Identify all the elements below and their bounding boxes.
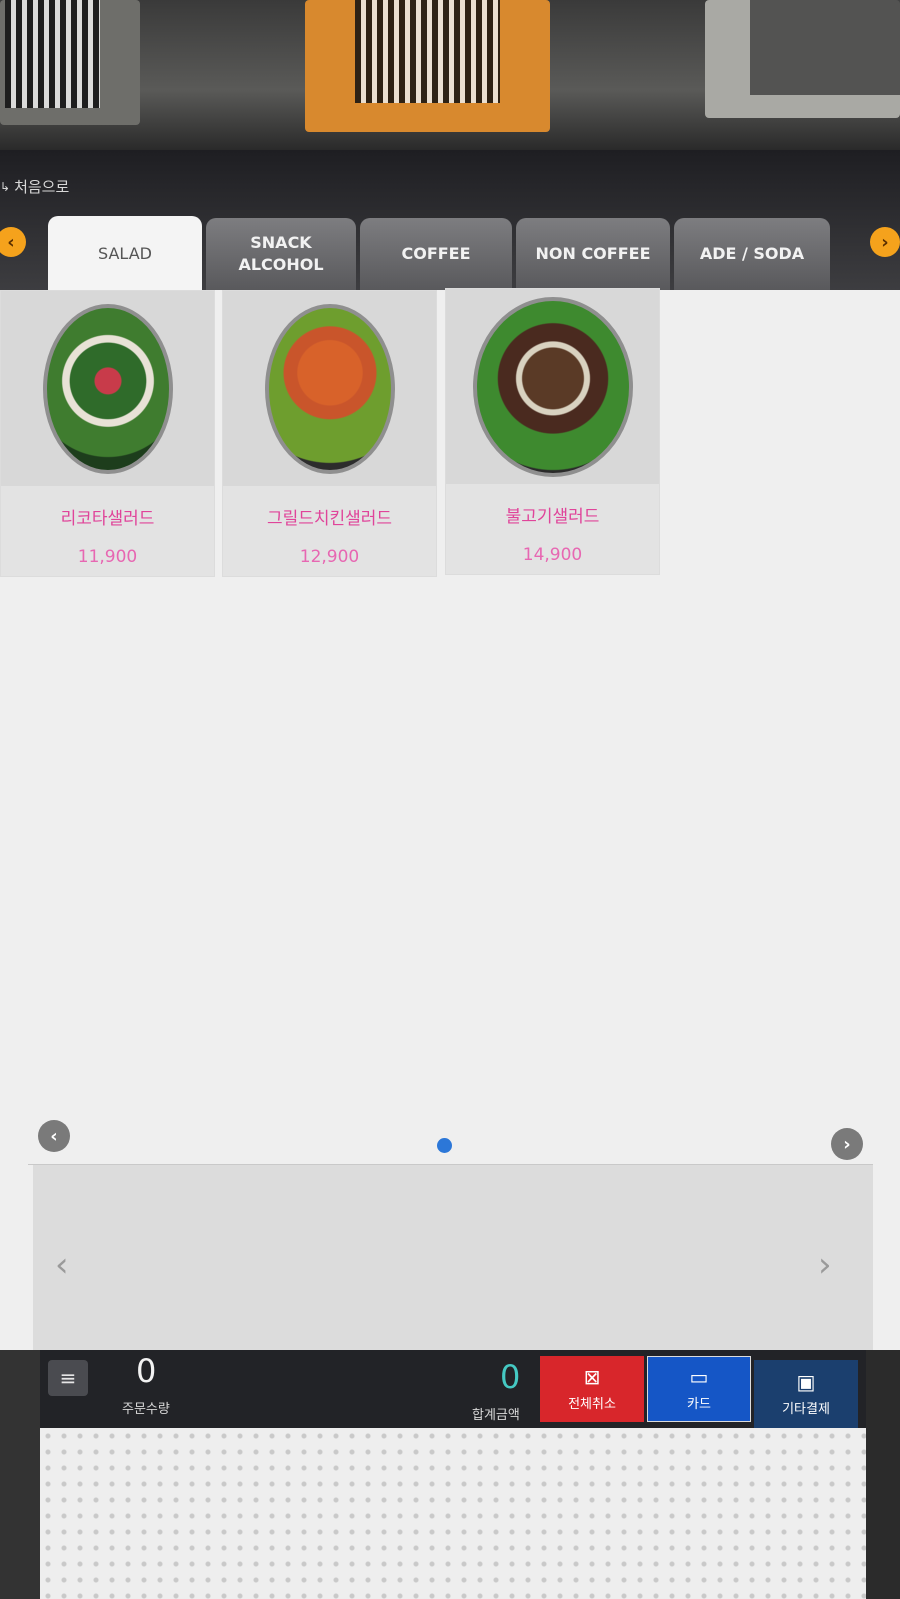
category-header: ↳ 처음으로 ‹ › SALAD SNACK ALCOHOL COFFEE NO… <box>0 150 900 292</box>
product-name: 불고기샐러드 <box>505 507 600 527</box>
qr-code-sign <box>305 0 550 132</box>
qr-code-sign <box>705 0 900 118</box>
receipt-cancel-icon: ⊠ <box>583 1364 601 1389</box>
tab-salad[interactable]: SALAD <box>48 216 202 292</box>
tab-scroll-right-button[interactable]: › <box>870 227 900 257</box>
cart-next-arrow-icon[interactable]: › <box>818 1245 832 1285</box>
product-price: 12,900 <box>299 547 360 567</box>
kiosk-screen: ↳ 처음으로 ‹ › SALAD SNACK ALCOHOL COFFEE NO… <box>0 150 900 1599</box>
qr-code-sign <box>0 0 140 125</box>
product-image <box>1 291 214 486</box>
home-label: 처음으로 <box>14 178 70 196</box>
page-indicator-dot <box>437 1138 452 1153</box>
total-amount-value: 0 <box>500 1358 521 1396</box>
product-price: 11,900 <box>77 547 138 567</box>
order-quantity-label: 주문수량 <box>122 1402 170 1417</box>
credit-card-icon: ▭ <box>689 1364 709 1389</box>
other-payment-button[interactable]: ▣ 기타결제 <box>754 1360 858 1428</box>
product-image <box>446 289 659 484</box>
wallet-icon: ▣ <box>796 1369 816 1394</box>
product-name: 그릴드치킨샐러드 <box>266 509 393 529</box>
page-prev-button[interactable]: ‹ <box>38 1120 70 1152</box>
cancel-all-button[interactable]: ⊠ 전체취소 <box>540 1356 644 1422</box>
product-name: 리코타샐러드 <box>60 509 155 529</box>
kiosk-surroundings-photo <box>0 0 900 150</box>
product-card[interactable]: 그릴드치킨샐러드 12,900 <box>222 290 437 577</box>
card-payment-button[interactable]: ▭ 카드 <box>647 1356 751 1422</box>
home-button[interactable]: ↳ 처음으로 <box>0 176 69 197</box>
order-summary-bar: ≡ 0 주문수량 0 합계금액 ⊠ 전체취소 ▭ 카드 ▣ 기타결제 <box>40 1350 866 1428</box>
product-price: 14,900 <box>522 545 583 565</box>
tab-coffee[interactable]: COFFEE <box>360 218 512 290</box>
back-arrow-icon: ↳ <box>0 179 11 194</box>
product-card[interactable]: 리코타샐러드 11,900 <box>0 290 215 577</box>
cart-prev-arrow-icon[interactable]: ‹ <box>55 1245 69 1285</box>
product-card[interactable]: 불고기샐러드 14,900 <box>445 288 660 575</box>
tab-ade-soda[interactable]: ADE / SODA <box>674 218 830 290</box>
total-amount-label: 합계금액 <box>472 1408 520 1423</box>
menu-icon[interactable]: ≡ <box>48 1360 88 1396</box>
tab-non-coffee[interactable]: NON COFFEE <box>516 218 670 290</box>
page-next-button[interactable]: › <box>831 1128 863 1160</box>
tab-snack-alcohol[interactable]: SNACK ALCOHOL <box>206 218 356 290</box>
cart-list-area: ‹ › <box>33 1165 873 1350</box>
order-quantity-value: 0 <box>136 1352 157 1390</box>
decorative-dot-pattern <box>40 1428 866 1599</box>
tab-scroll-left-button[interactable]: ‹ <box>0 227 26 257</box>
product-image <box>223 291 436 486</box>
